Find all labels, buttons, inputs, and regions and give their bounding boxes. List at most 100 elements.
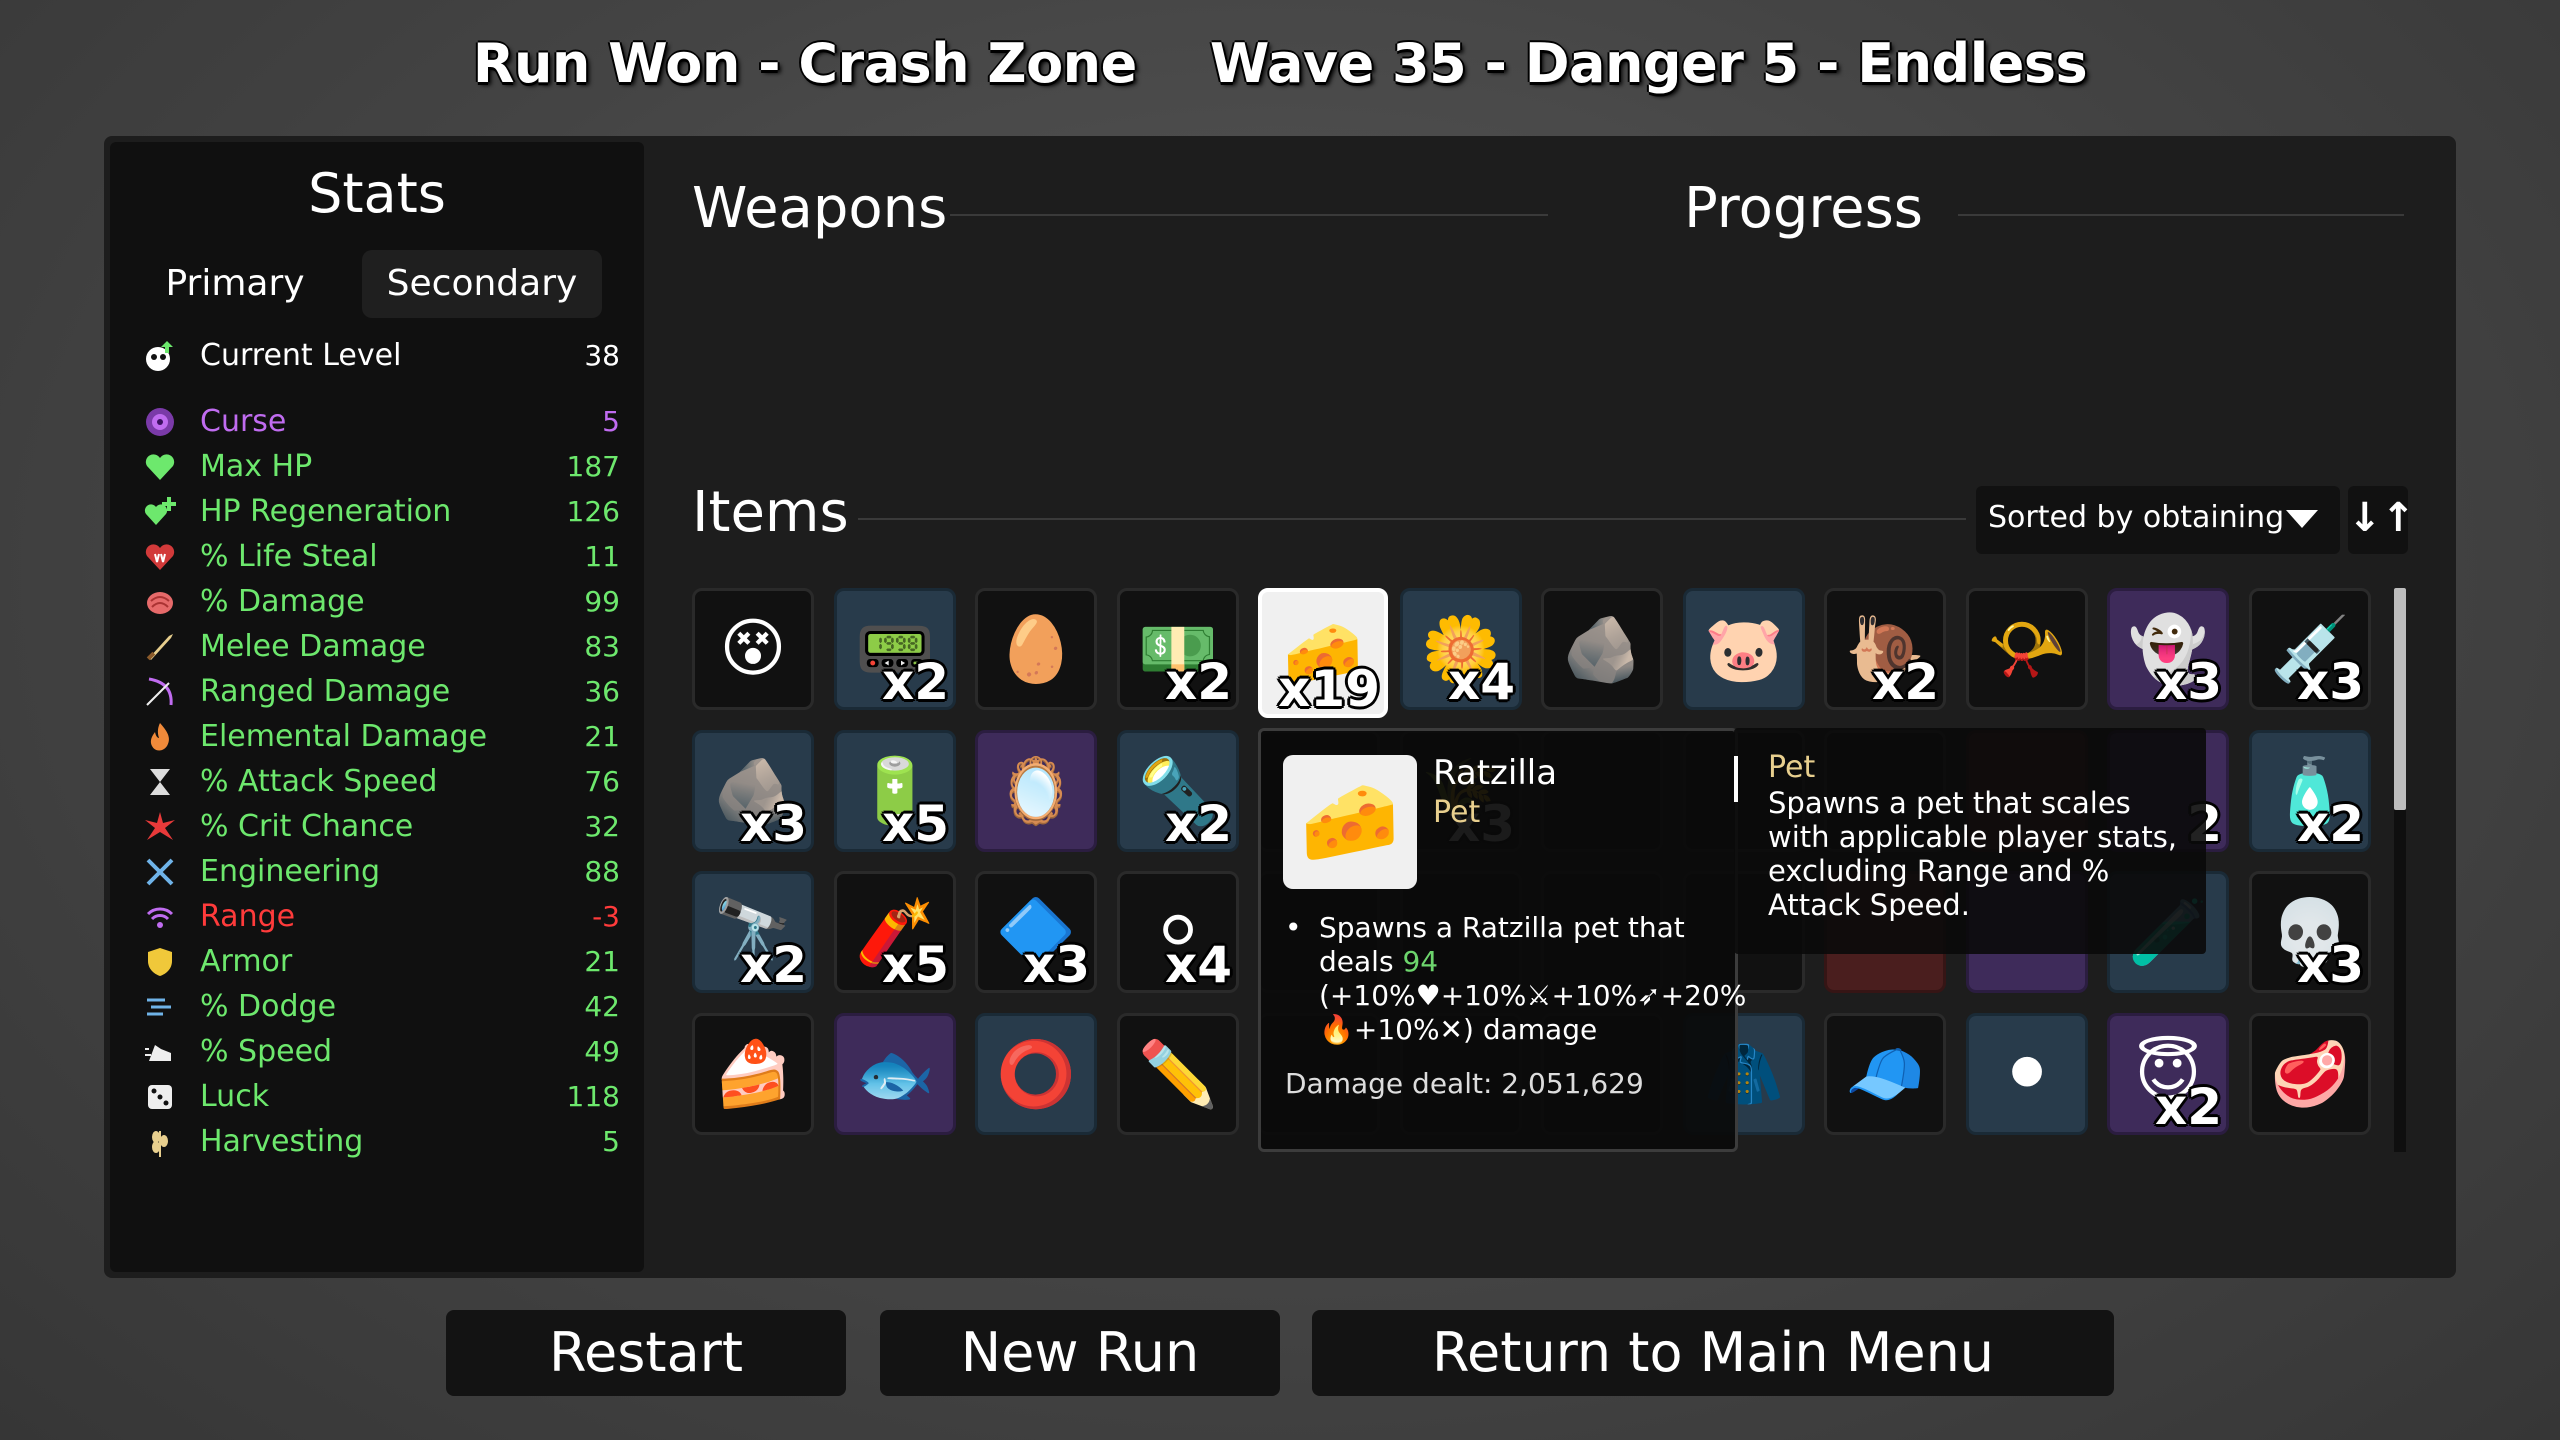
stat-row-current-level[interactable]: Current Level 38: [140, 334, 620, 378]
run-wave-info: Wave 35 - Danger 5 - Endless: [1209, 32, 2088, 95]
item-slot[interactable]: 🪨: [1541, 588, 1663, 710]
item-slot[interactable]: 🍰: [692, 1013, 814, 1135]
crit-icon: [140, 807, 180, 847]
item-slot[interactable]: 🧀 x19: [1258, 588, 1388, 718]
item-slot[interactable]: 👻 x3: [2107, 588, 2229, 710]
item-slot[interactable]: ⭕: [975, 1013, 1097, 1135]
item-slot[interactable]: 💀 x3: [2249, 871, 2371, 993]
tooltip-item-type: Pet: [1433, 795, 1481, 830]
ranged-icon: [140, 672, 180, 712]
item-slot[interactable]: ⚪ x4: [1117, 871, 1239, 993]
item-slot[interactable]: 🔭 x2: [692, 871, 814, 993]
stat-value: 126: [566, 495, 620, 528]
item-slot[interactable]: 🐌 x2: [1824, 588, 1946, 710]
stat-row[interactable]: % Damage 99: [140, 580, 620, 624]
stat-label: % Dodge: [200, 989, 337, 1024]
stats-panel: Stats Primary Secondary Current Level 38…: [110, 142, 644, 1272]
whistle-icon: 📯: [1987, 612, 2067, 687]
stat-row[interactable]: Max HP 187: [140, 445, 620, 489]
stat-label: % Crit Chance: [200, 809, 414, 844]
item-quantity: x4: [1447, 653, 1515, 710]
cake-slice-icon: 🍰: [713, 1037, 793, 1112]
life-steal-icon: [140, 537, 180, 577]
stat-row[interactable]: HP Regeneration 126: [140, 490, 620, 534]
item-quantity: x4: [1164, 936, 1232, 993]
stat-label: % Attack Speed: [200, 764, 438, 799]
item-slot[interactable]: 💵 x2: [1117, 588, 1239, 710]
sort-order-button[interactable]: ↓↑: [2348, 486, 2415, 554]
stat-value: 21: [584, 720, 620, 753]
stat-row[interactable]: Range -3: [140, 895, 620, 939]
tooltip-desc-text: Spawns a Ratzilla pet that deals: [1319, 911, 1685, 978]
restart-button[interactable]: Restart: [446, 1310, 846, 1396]
item-slot[interactable]: 💉 x3: [2249, 588, 2371, 710]
dodge-icon: [140, 987, 180, 1027]
stat-value: 49: [584, 1035, 620, 1068]
tooltip-scaling: (+10%♥+10%⚔+10%➶+20%🔥+10%✕) damage: [1319, 979, 1747, 1046]
item-slot[interactable]: 🥚: [975, 588, 1097, 710]
attack-speed-icon: [140, 762, 180, 802]
stat-row[interactable]: Engineering 88: [140, 850, 620, 894]
stat-row[interactable]: Elemental Damage 21: [140, 715, 620, 759]
item-slot[interactable]: 🪨 x3: [692, 730, 814, 852]
item-slot[interactable]: 😵: [692, 588, 814, 710]
stat-label: Curse: [200, 404, 287, 439]
stat-value: 21: [584, 945, 620, 978]
armor-icon: [140, 942, 180, 982]
goldfish-icon: 🐟: [855, 1037, 935, 1112]
stat-value: -3: [592, 900, 620, 933]
item-slot[interactable]: 🧴 x2: [2249, 730, 2371, 852]
stat-label: Max HP: [200, 449, 313, 484]
run-result-title: Run Won - Crash Zone: [472, 32, 1137, 95]
item-slot[interactable]: ⚫: [1966, 1013, 2088, 1135]
progress-title: Progress: [1684, 176, 1923, 241]
stat-row[interactable]: % Speed 49: [140, 1030, 620, 1074]
stat-row[interactable]: % Dodge 42: [140, 985, 620, 1029]
stat-label: % Speed: [200, 1034, 333, 1069]
stat-value: 36: [584, 675, 620, 708]
items-scroll-thumb[interactable]: [2394, 588, 2406, 810]
item-slot[interactable]: 🔷 x3: [975, 871, 1097, 993]
tab-primary[interactable]: Primary: [140, 250, 330, 318]
item-slot[interactable]: 🐷: [1683, 588, 1805, 710]
item-slot[interactable]: 😇 x2: [2107, 1013, 2229, 1135]
stat-label: Ranged Damage: [200, 674, 451, 709]
item-quantity: x2: [2154, 1078, 2222, 1135]
item-slot[interactable]: 📯: [1966, 588, 2088, 710]
stat-row[interactable]: Luck 118: [140, 1075, 620, 1119]
stat-row[interactable]: Melee Damage 83: [140, 625, 620, 669]
stat-row[interactable]: % Crit Chance 32: [140, 805, 620, 849]
item-slot[interactable]: 🪞: [975, 730, 1097, 852]
item-quantity: x3: [739, 795, 807, 852]
stat-row[interactable]: % Life Steal 11: [140, 535, 620, 579]
stat-value: 118: [566, 1080, 620, 1113]
stat-row[interactable]: Curse 5: [140, 400, 620, 444]
stat-label: % Damage: [200, 584, 365, 619]
item-slot[interactable]: ✏️: [1117, 1013, 1239, 1135]
item-quantity: x19: [1278, 660, 1380, 718]
main-menu-button[interactable]: Return to Main Menu: [1312, 1310, 2114, 1396]
item-slot[interactable]: 📟 x2: [834, 588, 956, 710]
tab-secondary[interactable]: Secondary: [362, 250, 602, 318]
item-slot[interactable]: 🐟: [834, 1013, 956, 1135]
pet-keyword-tooltip: Pet Spawns a pet that scales with applic…: [1734, 728, 2206, 954]
item-slot[interactable]: 🔦 x2: [1117, 730, 1239, 852]
stat-value: 5: [602, 405, 620, 438]
stat-row[interactable]: Armor 21: [140, 940, 620, 984]
item-quantity: x2: [881, 653, 949, 710]
weapons-title: Weapons: [692, 176, 948, 241]
luck-icon: [140, 1077, 180, 1117]
sort-dropdown[interactable]: Sorted by obtaining: [1976, 486, 2340, 554]
stat-row[interactable]: Ranged Damage 36: [140, 670, 620, 714]
stat-label: Range: [200, 899, 296, 934]
item-slot[interactable]: 🔋 x5: [834, 730, 956, 852]
item-slot[interactable]: 🧨 x5: [834, 871, 956, 993]
item-slot[interactable]: 🥩: [2249, 1013, 2371, 1135]
item-slot[interactable]: 🧢: [1824, 1013, 1946, 1135]
new-run-button[interactable]: New Run: [880, 1310, 1280, 1396]
stat-row[interactable]: Harvesting 5: [140, 1120, 620, 1164]
chevron-down-icon: [2286, 510, 2318, 528]
pet-keyword-title: Pet: [1768, 750, 1816, 785]
stat-row[interactable]: % Attack Speed 76: [140, 760, 620, 804]
item-slot[interactable]: 🌼 x4: [1400, 588, 1522, 710]
